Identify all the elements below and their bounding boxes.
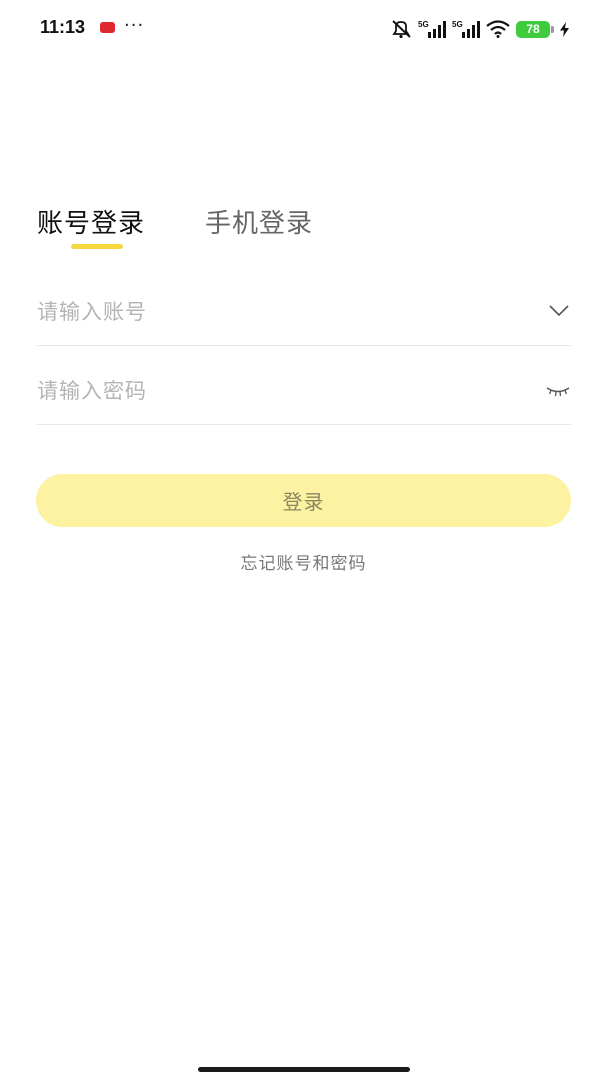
signal-icon: 5G bbox=[452, 20, 480, 38]
signal-5g-label: 5G bbox=[452, 20, 463, 29]
password-input[interactable] bbox=[37, 372, 507, 410]
charging-icon bbox=[560, 21, 569, 37]
mute-icon bbox=[392, 20, 411, 39]
account-input[interactable] bbox=[37, 293, 507, 331]
wifi-icon bbox=[486, 20, 510, 38]
battery-cap bbox=[551, 25, 554, 33]
login-button[interactable]: 登录 bbox=[36, 474, 571, 527]
tab-account-login[interactable]: 账号登录 bbox=[37, 207, 145, 241]
battery-icon: 78 bbox=[516, 20, 550, 38]
status-icons: 5G 5G 78 bbox=[390, 18, 569, 40]
chevron-down-icon[interactable] bbox=[549, 305, 569, 317]
home-indicator[interactable] bbox=[198, 1067, 410, 1072]
password-field bbox=[37, 358, 571, 425]
tab-phone-login[interactable]: 手机登录 bbox=[205, 207, 313, 241]
active-tab-indicator bbox=[71, 244, 123, 249]
notification-app-icon bbox=[100, 22, 115, 33]
status-time: 11:13 bbox=[40, 17, 86, 37]
status-bar: 11:13 ··· 5G 5G 78 bbox=[0, 0, 607, 56]
more-notifications-icon: ··· bbox=[124, 15, 145, 36]
battery-level: 78 bbox=[526, 22, 540, 36]
account-field bbox=[37, 279, 571, 346]
signal-icon: 5G bbox=[418, 20, 446, 38]
eye-closed-icon[interactable] bbox=[546, 386, 570, 398]
forgot-account-password-link[interactable]: 忘记账号和密码 bbox=[0, 549, 607, 574]
signal-5g-label: 5G bbox=[418, 20, 429, 29]
